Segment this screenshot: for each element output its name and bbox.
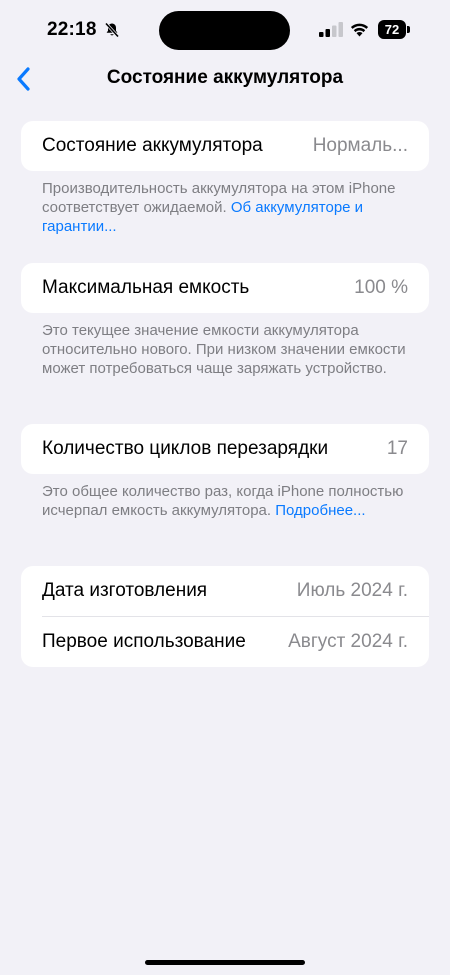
- screen: 22:18 72 Состояние аккумулятора Состояни…: [0, 0, 450, 975]
- first-use-row: Первое использование Август 2024 г.: [21, 617, 429, 667]
- battery-health-label: Состояние аккумулятора: [42, 135, 263, 156]
- manufacture-date-row: Дата изготовления Июль 2024 г.: [21, 566, 429, 616]
- first-use-value: Август 2024 г.: [288, 631, 408, 652]
- dynamic-island: [159, 11, 290, 50]
- learn-more-link[interactable]: Подробнее...: [275, 502, 365, 519]
- cycle-count-group: Количество циклов перезарядки 17: [21, 424, 429, 474]
- cycle-count-value: 17: [386, 438, 408, 459]
- battery-level: 72: [384, 22, 400, 37]
- first-use-label: Первое использование: [42, 631, 246, 652]
- cycle-count-label: Количество циклов перезарядки: [42, 438, 329, 459]
- navigation-bar: Состояние аккумулятора: [0, 60, 450, 100]
- battery-health-row: Состояние аккумулятора Нормаль...: [21, 121, 429, 171]
- max-capacity-label: Максимальная емкость: [42, 277, 250, 298]
- status-bar: 22:18 72: [0, 0, 450, 60]
- cycle-count-row: Количество циклов перезарядки 17: [21, 424, 429, 474]
- status-time: 22:18: [47, 19, 97, 40]
- max-capacity-value: 100 %: [354, 277, 408, 298]
- battery-health-group: Состояние аккумулятора Нормаль...: [21, 121, 429, 171]
- battery-health-value: Нормаль...: [312, 135, 408, 156]
- max-capacity-footnote: Это текущее значение емкости аккумулятор…: [42, 321, 412, 378]
- max-capacity-footnote-text: Это текущее значение емкости аккумулятор…: [42, 322, 406, 377]
- battery-tip: [407, 26, 410, 33]
- battery-health-footnote: Производительность аккумулятора на этом …: [42, 179, 412, 236]
- home-indicator[interactable]: [145, 960, 305, 965]
- battery-icon: 72: [378, 20, 406, 39]
- max-capacity-group: Максимальная емкость 100 %: [21, 263, 429, 313]
- wifi-icon: [350, 23, 369, 37]
- cycle-count-footnote: Это общее количество раз, когда iPhone п…: [42, 482, 412, 520]
- dates-group: Дата изготовления Июль 2024 г. Первое ис…: [21, 566, 429, 667]
- bell-slash-icon: [104, 22, 120, 38]
- cellular-signal-icon: [319, 22, 343, 37]
- manufacture-date-value: Июль 2024 г.: [296, 580, 408, 601]
- page-title: Состояние аккумулятора: [106, 67, 344, 88]
- manufacture-date-label: Дата изготовления: [42, 580, 208, 601]
- max-capacity-row: Максимальная емкость 100 %: [21, 263, 429, 313]
